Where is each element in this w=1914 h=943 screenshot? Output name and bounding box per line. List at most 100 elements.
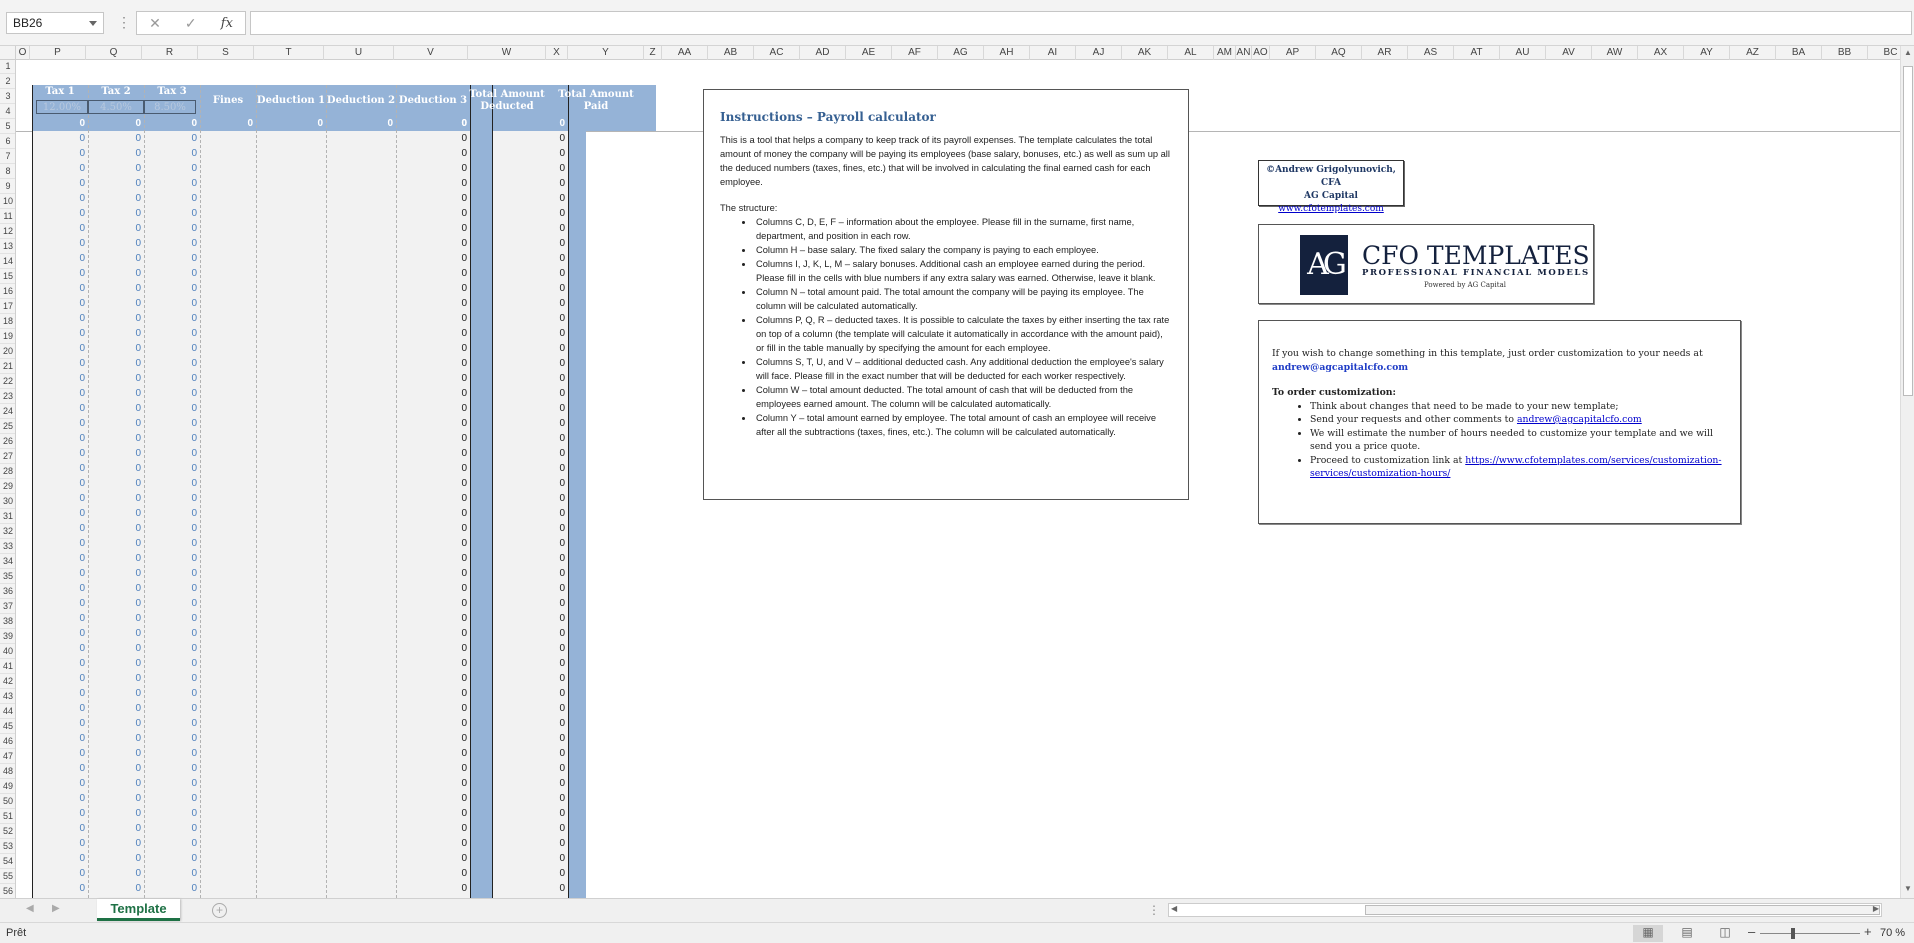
column-header-au[interactable]: AU (1500, 46, 1546, 60)
row-header-18[interactable]: 18 (0, 314, 15, 329)
table-cell[interactable]: 0 (144, 821, 200, 836)
table-cell[interactable]: 0 (492, 341, 568, 356)
table-cell[interactable]: 0 (32, 146, 88, 161)
row-header-46[interactable]: 46 (0, 734, 15, 749)
table-cell[interactable]: 0 (32, 521, 88, 536)
row-header-34[interactable]: 34 (0, 554, 15, 569)
page-break-view-icon[interactable]: ◫ (1710, 925, 1740, 942)
table-cell[interactable]: 0 (144, 206, 200, 221)
table-cell[interactable]: 0 (492, 236, 568, 251)
table-cell[interactable]: 0 (492, 386, 568, 401)
table-cell[interactable]: 0 (88, 671, 144, 686)
table-cell[interactable]: 0 (144, 866, 200, 881)
table-cell[interactable]: 0 (88, 371, 144, 386)
table-cell[interactable]: 0 (144, 656, 200, 671)
table-cell[interactable]: 0 (32, 566, 88, 581)
table-cell[interactable]: 0 (492, 716, 568, 731)
row-header-42[interactable]: 42 (0, 674, 15, 689)
row-header-29[interactable]: 29 (0, 479, 15, 494)
table-cell[interactable]: 0 (88, 356, 144, 371)
table-cell[interactable]: 0 (88, 296, 144, 311)
header-deduction3[interactable]: Deduction 3 (396, 85, 470, 117)
header-total-deducted[interactable]: Total Amount Deducted (468, 85, 546, 117)
table-cell[interactable]: 0 (418, 476, 470, 491)
table-cell[interactable]: 0 (492, 416, 568, 431)
table-cell[interactable]: 0 (32, 461, 88, 476)
table-cell[interactable]: 0 (144, 791, 200, 806)
table-cell[interactable]: 0 (88, 506, 144, 521)
table-cell[interactable]: 0 (88, 566, 144, 581)
table-cell[interactable]: 0 (144, 431, 200, 446)
table-cell[interactable]: 0 (418, 581, 470, 596)
table-cell[interactable]: 0 (88, 281, 144, 296)
table-cell[interactable]: 0 (32, 236, 88, 251)
table-cell[interactable]: 0 (88, 596, 144, 611)
table-cell[interactable]: 0 (32, 731, 88, 746)
tax3-rate-input[interactable]: 8.50% (144, 100, 196, 114)
column-header-ah[interactable]: AH (984, 46, 1030, 60)
enter-icon[interactable]: ✓ (185, 15, 197, 32)
row-header-24[interactable]: 24 (0, 404, 15, 419)
column-header-aj[interactable]: AJ (1076, 46, 1122, 60)
row-header-1[interactable]: 1 (0, 60, 15, 74)
table-cell[interactable]: 0 (88, 461, 144, 476)
horizontal-scroll-thumb[interactable] (1365, 905, 1880, 915)
table-cell[interactable]: 0 (418, 251, 470, 266)
name-box[interactable]: BB26 (6, 12, 104, 34)
column-header-af[interactable]: AF (892, 46, 938, 60)
tax1-rate-input[interactable]: 12.00% (36, 100, 88, 114)
column-header-az[interactable]: AZ (1730, 46, 1776, 60)
table-cell[interactable]: 0 (418, 356, 470, 371)
table-cell[interactable]: 0 (418, 761, 470, 776)
table-cell[interactable]: 0 (88, 476, 144, 491)
column-header-at[interactable]: AT (1454, 46, 1500, 60)
table-cell[interactable]: 0 (144, 536, 200, 551)
row-header-39[interactable]: 39 (0, 629, 15, 644)
table-cell[interactable]: 0 (144, 461, 200, 476)
table-cell[interactable]: 0 (492, 836, 568, 851)
header-tax3[interactable]: Tax 3 (144, 85, 200, 99)
column-header-ae[interactable]: AE (846, 46, 892, 60)
table-cell[interactable]: 0 (88, 131, 144, 146)
table-cell[interactable]: 0 (418, 416, 470, 431)
table-cell[interactable]: 0 (418, 311, 470, 326)
table-cell[interactable]: 0 (492, 266, 568, 281)
table-cell[interactable]: 0 (32, 416, 88, 431)
table-cell[interactable]: 0 (144, 311, 200, 326)
table-cell[interactable]: 0 (492, 536, 568, 551)
table-cell[interactable]: 0 (88, 851, 144, 866)
table-cell[interactable]: 0 (144, 491, 200, 506)
column-header-as[interactable]: AS (1408, 46, 1454, 60)
table-cell[interactable]: 0 (88, 686, 144, 701)
table-cell[interactable]: 0 (144, 131, 200, 146)
table-cell[interactable]: 0 (88, 326, 144, 341)
table-cell[interactable]: 0 (144, 551, 200, 566)
column-header-aa[interactable]: AA (662, 46, 708, 60)
table-cell[interactable]: 0 (32, 401, 88, 416)
scroll-up-icon[interactable]: ▲ (1904, 48, 1912, 57)
row-header-21[interactable]: 21 (0, 359, 15, 374)
row-header-55[interactable]: 55 (0, 869, 15, 884)
table-cell[interactable]: 0 (88, 836, 144, 851)
table-cell[interactable]: 0 (32, 311, 88, 326)
table-cell[interactable]: 0 (144, 416, 200, 431)
table-cell[interactable]: 0 (88, 551, 144, 566)
total-amount-paid[interactable]: 0 (492, 117, 568, 131)
table-cell[interactable]: 0 (492, 251, 568, 266)
table-cell[interactable]: 0 (32, 221, 88, 236)
row-header-45[interactable]: 45 (0, 719, 15, 734)
table-cell[interactable]: 0 (88, 716, 144, 731)
table-cell[interactable]: 0 (144, 776, 200, 791)
website-link[interactable]: www.cfotemplates.com (1278, 204, 1384, 214)
table-cell[interactable]: 0 (418, 611, 470, 626)
table-cell[interactable]: 0 (88, 776, 144, 791)
row-header-20[interactable]: 20 (0, 344, 15, 359)
table-cell[interactable]: 0 (492, 446, 568, 461)
row-header-48[interactable]: 48 (0, 764, 15, 779)
table-cell[interactable]: 0 (144, 506, 200, 521)
table-cell[interactable]: 0 (88, 881, 144, 896)
header-tax1[interactable]: Tax 1 (32, 85, 88, 99)
header-tax2[interactable]: Tax 2 (88, 85, 144, 99)
table-cell[interactable]: 0 (418, 386, 470, 401)
column-header-av[interactable]: AV (1546, 46, 1592, 60)
